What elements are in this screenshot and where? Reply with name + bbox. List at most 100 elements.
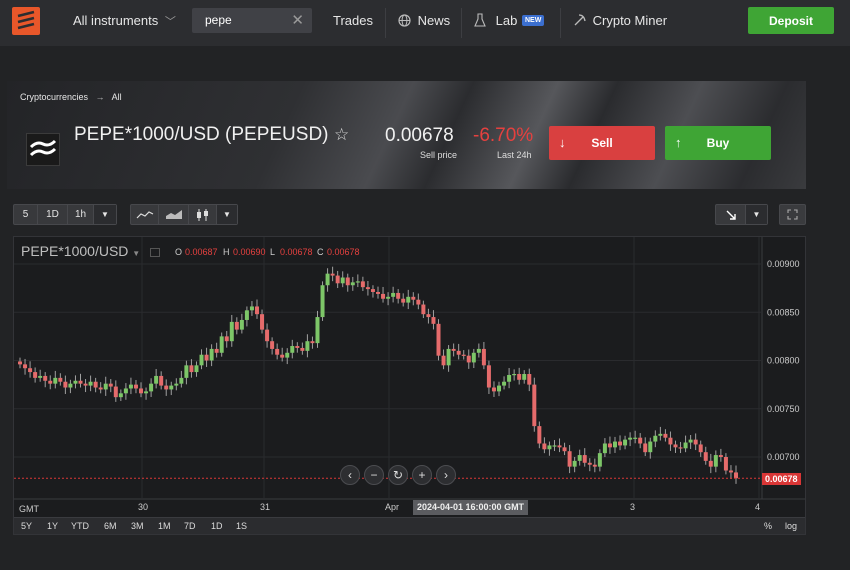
candle-body <box>527 374 532 385</box>
interval-1d[interactable]: 1D <box>38 205 68 224</box>
candle-body <box>370 289 375 292</box>
candle-body <box>416 299 421 305</box>
candle-body <box>406 296 411 303</box>
arrow-down-icon: ↓ <box>559 135 566 150</box>
candle-body <box>446 348 451 366</box>
candlestick-plot[interactable]: 0.00900 0.00850 0.00800 0.00750 0.00700 30 31 A… <box>14 237 805 517</box>
candle-body <box>612 441 617 448</box>
flask-icon <box>474 13 486 27</box>
candle-body <box>557 445 562 448</box>
interval-5[interactable]: 5 <box>14 205 38 224</box>
candle-body <box>350 282 355 286</box>
fullscreen-button[interactable] <box>779 204 806 225</box>
range-1s[interactable]: 1S <box>236 521 247 531</box>
close-icon[interactable]: ✕ <box>291 11 304 29</box>
candle-body <box>396 292 401 299</box>
candle-body <box>391 292 396 297</box>
candle-body <box>154 375 159 384</box>
candle-body <box>214 348 219 353</box>
star-icon[interactable]: ☆ <box>334 125 349 145</box>
candle-body <box>512 374 517 376</box>
news-label: News <box>417 13 451 28</box>
zoom-out-icon[interactable]: − <box>364 465 384 485</box>
candle-body <box>133 384 138 389</box>
reset-zoom-icon[interactable]: ↻ <box>388 465 408 485</box>
settings-icon[interactable] <box>150 247 161 257</box>
breadcrumb-all[interactable]: All <box>112 92 122 102</box>
interval-dropdown[interactable]: ▼ <box>94 205 116 224</box>
candle-body <box>270 341 275 349</box>
ohlc-close-value: 0.00678 <box>327 247 360 257</box>
news-link[interactable]: News <box>398 13 450 28</box>
candle-body <box>340 277 345 284</box>
candle-body <box>73 380 78 384</box>
lab-link[interactable]: Lab <box>474 13 517 28</box>
chart-symbol-label: PEPE*1000/USD <box>21 243 129 259</box>
candle-body <box>668 437 673 445</box>
scale-percent[interactable]: % <box>764 521 772 531</box>
interval-1h[interactable]: 1h <box>68 205 94 224</box>
zoom-in-icon[interactable]: + <box>412 465 432 485</box>
candle-body <box>713 455 718 467</box>
all-instruments-menu[interactable]: All instruments ﹀ <box>73 13 176 29</box>
chart-type-dropdown[interactable]: ▼ <box>217 205 237 224</box>
sell-label: Sell <box>591 136 613 150</box>
scroll-left-icon[interactable]: ‹ <box>340 465 360 485</box>
range-1y[interactable]: 1Y <box>47 521 58 531</box>
candlestick-icon[interactable] <box>189 205 217 224</box>
range-ytd[interactable]: YTD <box>71 521 89 531</box>
crypto-miner-link[interactable]: Crypto Miner <box>573 13 667 28</box>
candle-body <box>451 348 456 351</box>
area-chart-icon[interactable] <box>159 205 189 224</box>
candle-body <box>355 281 360 283</box>
candle-body <box>517 374 522 380</box>
crypto-miner-label: Crypto Miner <box>592 13 668 28</box>
arrow-tool-icon[interactable] <box>716 205 746 224</box>
chevron-down-icon: ﹀ <box>164 16 176 28</box>
candle-body <box>623 439 628 446</box>
sell-button[interactable]: ↓ Sell <box>549 126 655 160</box>
candle-body <box>421 304 426 315</box>
range-1m[interactable]: 1M <box>158 521 171 531</box>
y-tick-label: 0.00850 <box>767 307 800 317</box>
range-6m[interactable]: 6M <box>104 521 117 531</box>
scale-log[interactable]: log <box>785 521 797 531</box>
candle-body <box>93 381 98 388</box>
candle-body <box>249 306 254 311</box>
candle-body <box>174 383 179 386</box>
candle-body <box>673 444 678 448</box>
deposit-button[interactable]: Deposit <box>748 7 834 34</box>
breadcrumb-cryptocurrencies[interactable]: Cryptocurrencies <box>20 92 88 102</box>
candle-body <box>139 388 144 394</box>
range-5y[interactable]: 5Y <box>21 521 32 531</box>
logo-icon[interactable] <box>12 7 40 35</box>
chart-type-selector: ▼ <box>130 204 238 225</box>
candle-body <box>169 385 174 390</box>
candle-body <box>23 364 28 369</box>
search-input[interactable]: pepe ✕ <box>192 8 312 33</box>
candle-body <box>386 296 391 299</box>
price-chart[interactable]: 0.00900 0.00850 0.00800 0.00750 0.00700 30 31 A… <box>13 236 806 535</box>
range-1d[interactable]: 1D <box>211 521 223 531</box>
expand-icon <box>780 205 805 224</box>
candle-body <box>537 426 542 444</box>
range-3m[interactable]: 3M <box>131 521 144 531</box>
candle-body <box>43 375 48 381</box>
line-chart-icon[interactable] <box>131 205 159 224</box>
chart-symbol[interactable]: PEPE*1000/USD ▼ <box>21 243 161 259</box>
candle-body <box>48 380 53 384</box>
candle-body <box>461 354 466 356</box>
buy-button[interactable]: ↑ Buy <box>665 126 771 160</box>
candle-body <box>708 460 713 467</box>
candle-body <box>698 444 703 453</box>
range-7d[interactable]: 7D <box>184 521 196 531</box>
candle-body <box>678 447 683 449</box>
drawing-tools-dropdown[interactable]: ▼ <box>746 205 767 224</box>
candle-body <box>481 348 486 366</box>
candle-body <box>194 365 199 373</box>
candle-body <box>295 346 300 348</box>
scroll-right-icon[interactable]: › <box>436 465 456 485</box>
y-tick-label: 0.00750 <box>767 404 800 414</box>
trades-link[interactable]: Trades <box>333 13 373 28</box>
x-tick-label: 3 <box>630 502 635 512</box>
